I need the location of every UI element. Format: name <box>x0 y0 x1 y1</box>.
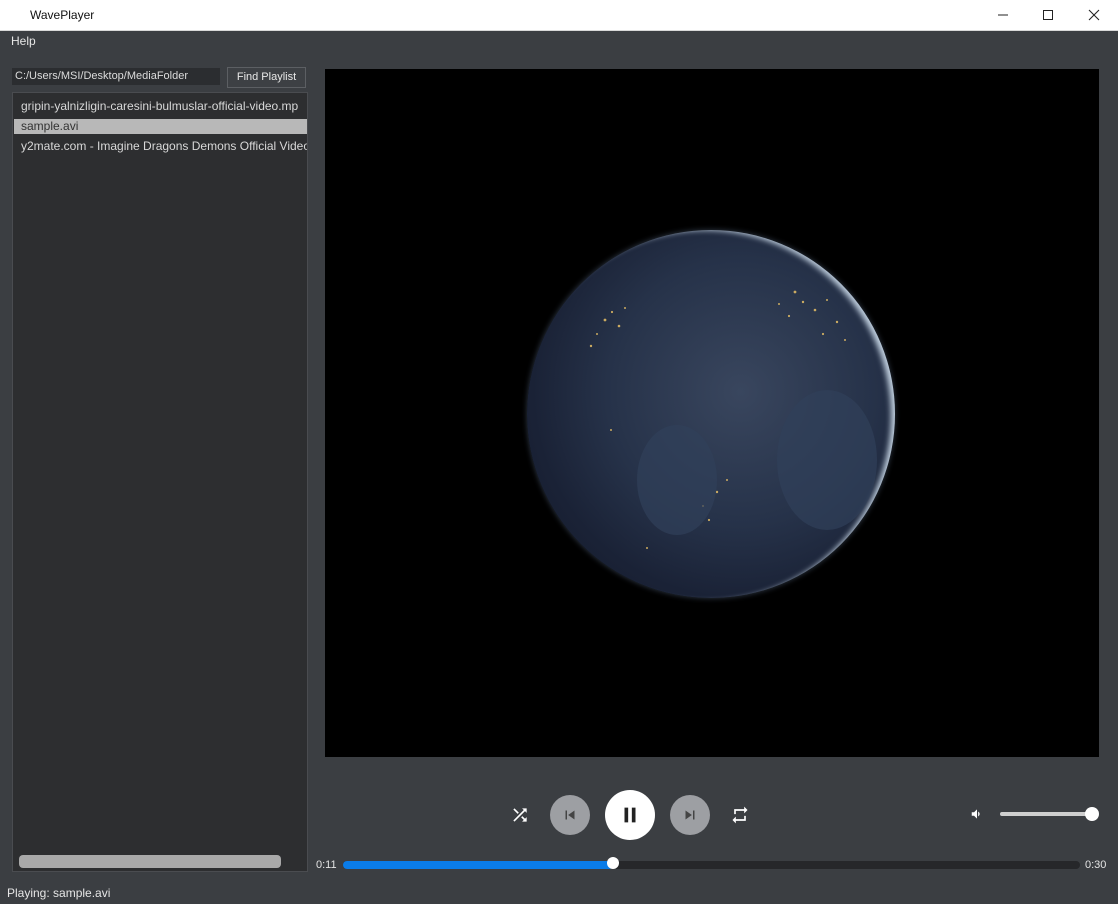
playlist: gripin-yalnizligin-caresini-bulmuslar-of… <box>12 92 308 872</box>
maximize-icon <box>1043 10 1053 20</box>
repeat-icon <box>732 806 748 824</box>
scrollbar-thumb[interactable] <box>19 855 281 868</box>
shuffle-button[interactable] <box>505 800 535 830</box>
volume-slider-handle[interactable] <box>1085 807 1099 821</box>
menu-help[interactable]: Help <box>11 34 36 48</box>
find-playlist-button[interactable]: Find Playlist <box>227 67 306 88</box>
video-display[interactable] <box>325 69 1099 757</box>
title-bar: WavePlayer <box>0 0 1118 31</box>
menu-bar: Help <box>0 31 1118 53</box>
volume-button[interactable] <box>967 804 987 824</box>
close-icon <box>1088 9 1100 21</box>
horizontal-scrollbar[interactable] <box>14 854 306 868</box>
previous-button[interactable] <box>550 795 590 835</box>
sidebar: Find Playlist gripin-yalnizligin-caresin… <box>6 62 310 874</box>
total-time: 0:30 <box>1085 859 1107 871</box>
earth-image <box>527 230 895 598</box>
status-bar-text: Playing: sample.avi <box>7 886 111 900</box>
playlist-item[interactable]: gripin-yalnizligin-caresini-bulmuslar-of… <box>14 99 307 114</box>
folder-path-input[interactable] <box>12 68 220 85</box>
minimize-icon <box>998 14 1008 16</box>
seek-bar-progress <box>343 861 613 869</box>
volume-icon <box>971 809 980 819</box>
close-button[interactable] <box>1071 0 1117 30</box>
pause-icon <box>624 807 636 823</box>
skip-next-icon <box>685 810 695 820</box>
playlist-item-selected[interactable]: sample.avi <box>14 119 307 134</box>
next-button[interactable] <box>670 795 710 835</box>
skip-previous-icon <box>565 810 575 820</box>
repeat-button[interactable] <box>725 800 755 830</box>
volume-slider-track[interactable] <box>1000 812 1092 816</box>
playlist-item[interactable]: y2mate.com - Imagine Dragons Demons Offi… <box>14 139 307 154</box>
city-lights <box>589 290 877 549</box>
window-title: WavePlayer <box>30 8 95 22</box>
minimize-button[interactable] <box>980 0 1026 30</box>
maximize-button[interactable] <box>1025 0 1071 30</box>
pause-button[interactable] <box>605 790 655 840</box>
seek-bar[interactable] <box>343 861 1080 869</box>
current-time: 0:11 <box>316 859 337 871</box>
shuffle-icon <box>513 808 527 822</box>
seek-bar-handle[interactable] <box>607 857 619 869</box>
